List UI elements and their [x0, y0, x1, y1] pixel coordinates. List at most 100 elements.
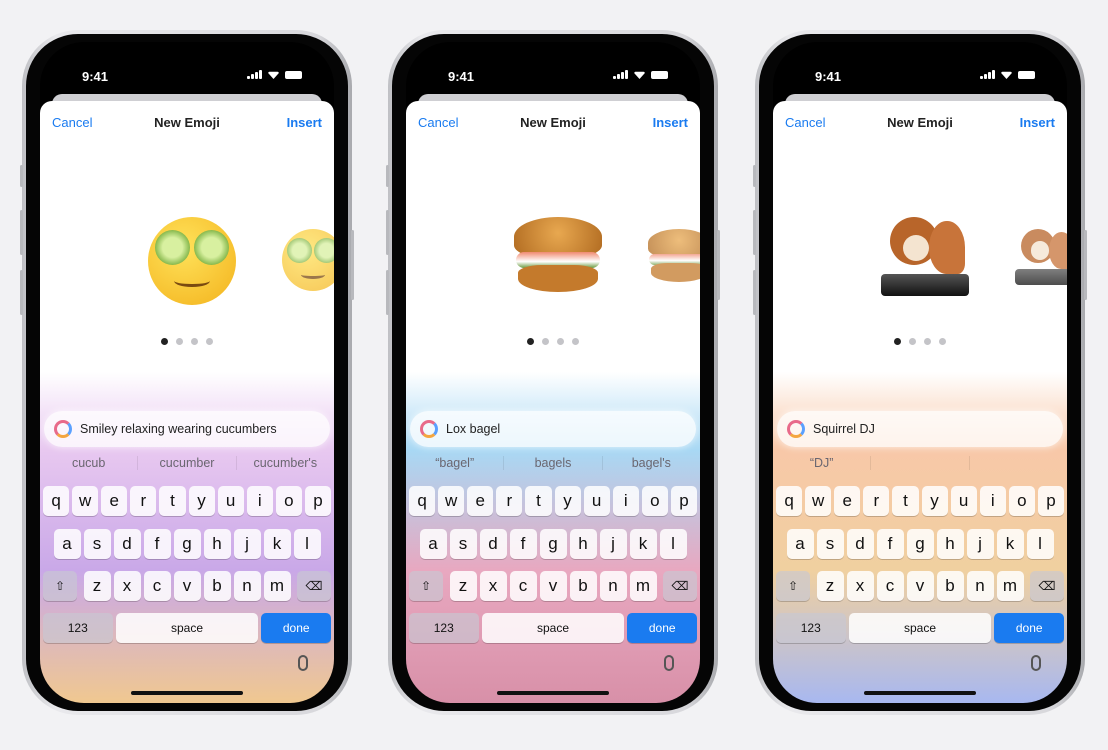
key-d[interactable]: d — [479, 529, 507, 559]
key-h[interactable]: h — [569, 529, 597, 559]
suggestion[interactable]: bagel's — [603, 456, 700, 470]
cancel-button[interactable]: Cancel — [418, 115, 458, 130]
key-o[interactable]: o — [275, 486, 302, 516]
key-x[interactable]: x — [113, 571, 141, 601]
insert-button[interactable]: Insert — [287, 115, 322, 130]
emoji-preview-next[interactable] — [282, 229, 334, 291]
key-d[interactable]: d — [846, 529, 874, 559]
cancel-button[interactable]: Cancel — [52, 115, 92, 130]
key-n[interactable]: n — [966, 571, 994, 601]
delete-key[interactable]: ⌫ — [663, 571, 697, 601]
space-key[interactable]: space — [848, 613, 992, 643]
page-dot[interactable] — [894, 338, 901, 345]
suggestion[interactable]: bagels — [504, 456, 603, 470]
key-b[interactable]: b — [203, 571, 231, 601]
key-m[interactable]: m — [996, 571, 1024, 601]
key-f[interactable]: f — [876, 529, 904, 559]
page-dot[interactable] — [909, 338, 916, 345]
key-e[interactable]: e — [101, 486, 128, 516]
done-key[interactable]: done — [994, 613, 1064, 643]
key-i[interactable]: i — [612, 486, 639, 516]
key-x[interactable]: x — [479, 571, 507, 601]
key-v[interactable]: v — [539, 571, 567, 601]
done-key[interactable]: done — [627, 613, 697, 643]
microphone-icon[interactable] — [664, 655, 674, 671]
page-indicator[interactable] — [40, 338, 334, 345]
key-o[interactable]: o — [641, 486, 668, 516]
shift-key[interactable]: ⇧ — [776, 571, 810, 601]
key-o[interactable]: o — [1008, 486, 1035, 516]
prompt-field[interactable]: Smiley relaxing wearing cucumbers — [44, 411, 330, 447]
numbers-key[interactable]: 123 — [43, 613, 113, 643]
emoji-preview-next[interactable] — [1015, 229, 1067, 291]
key-y[interactable]: y — [921, 486, 948, 516]
key-w[interactable]: w — [72, 486, 99, 516]
key-n[interactable]: n — [599, 571, 627, 601]
page-dot[interactable] — [527, 338, 534, 345]
shift-key[interactable]: ⇧ — [43, 571, 77, 601]
insert-button[interactable]: Insert — [1020, 115, 1055, 130]
key-i[interactable]: i — [979, 486, 1006, 516]
key-g[interactable]: g — [173, 529, 201, 559]
key-s[interactable]: s — [83, 529, 111, 559]
key-p[interactable]: p — [1037, 486, 1064, 516]
key-a[interactable]: a — [419, 529, 447, 559]
microphone-icon[interactable] — [1031, 655, 1041, 671]
page-dot[interactable] — [924, 338, 931, 345]
key-s[interactable]: s — [449, 529, 477, 559]
key-p[interactable]: p — [670, 486, 697, 516]
key-h[interactable]: h — [936, 529, 964, 559]
microphone-icon[interactable] — [298, 655, 308, 671]
key-k[interactable]: k — [629, 529, 657, 559]
key-u[interactable]: u — [583, 486, 610, 516]
key-z[interactable]: z — [83, 571, 111, 601]
delete-key[interactable]: ⌫ — [1030, 571, 1064, 601]
key-m[interactable]: m — [263, 571, 291, 601]
key-q[interactable]: q — [776, 486, 803, 516]
emoji-preview-squirrel-dj[interactable] — [881, 217, 969, 305]
page-indicator[interactable] — [773, 338, 1067, 345]
emoji-preview-smiley-with-cucumbers[interactable] — [148, 217, 236, 305]
key-v[interactable]: v — [173, 571, 201, 601]
page-indicator[interactable] — [406, 338, 700, 345]
insert-button[interactable]: Insert — [653, 115, 688, 130]
page-dot[interactable] — [161, 338, 168, 345]
key-b[interactable]: b — [569, 571, 597, 601]
key-s[interactable]: s — [816, 529, 844, 559]
page-dot[interactable] — [542, 338, 549, 345]
cancel-button[interactable]: Cancel — [785, 115, 825, 130]
key-z[interactable]: z — [816, 571, 844, 601]
emoji-preview-lox-bagel[interactable] — [514, 217, 602, 305]
key-r[interactable]: r — [863, 486, 890, 516]
suggestion[interactable]: “bagel” — [406, 456, 505, 470]
key-n[interactable]: n — [233, 571, 261, 601]
key-d[interactable]: d — [113, 529, 141, 559]
key-z[interactable]: z — [449, 571, 477, 601]
page-dot[interactable] — [176, 338, 183, 345]
key-p[interactable]: p — [304, 486, 331, 516]
key-g[interactable]: g — [906, 529, 934, 559]
suggestion[interactable] — [970, 456, 1067, 470]
shift-key[interactable]: ⇧ — [409, 571, 443, 601]
key-a[interactable]: a — [53, 529, 81, 559]
space-key[interactable]: space — [481, 613, 625, 643]
key-l[interactable]: l — [1026, 529, 1054, 559]
key-u[interactable]: u — [217, 486, 244, 516]
key-c[interactable]: c — [143, 571, 171, 601]
key-c[interactable]: c — [509, 571, 537, 601]
key-j[interactable]: j — [599, 529, 627, 559]
key-y[interactable]: y — [188, 486, 215, 516]
suggestion[interactable]: cucumber's — [237, 456, 334, 470]
suggestion[interactable]: “DJ” — [773, 456, 872, 470]
key-g[interactable]: g — [539, 529, 567, 559]
space-key[interactable]: space — [115, 613, 259, 643]
key-v[interactable]: v — [906, 571, 934, 601]
key-k[interactable]: k — [263, 529, 291, 559]
key-w[interactable]: w — [438, 486, 465, 516]
key-w[interactable]: w — [805, 486, 832, 516]
page-dot[interactable] — [206, 338, 213, 345]
key-a[interactable]: a — [786, 529, 814, 559]
key-q[interactable]: q — [409, 486, 436, 516]
key-q[interactable]: q — [43, 486, 70, 516]
suggestion[interactable]: cucub — [40, 456, 139, 470]
